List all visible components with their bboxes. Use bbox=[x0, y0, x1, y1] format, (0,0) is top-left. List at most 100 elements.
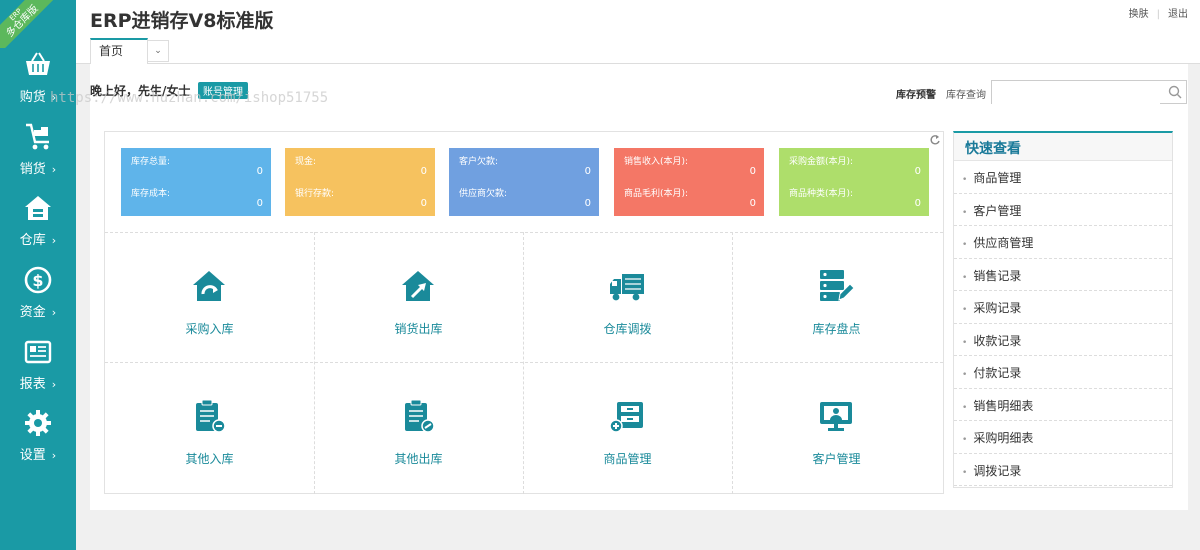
sidebar-item-purchase[interactable]: 购货 › bbox=[0, 50, 76, 116]
stock-search-input[interactable] bbox=[992, 82, 1160, 104]
sidebar-item-funds[interactable]: $ 资金 › bbox=[0, 265, 76, 331]
quick-item-label: 采购记录 bbox=[973, 301, 1022, 315]
stat-value: 0 bbox=[256, 198, 263, 209]
gear-icon bbox=[25, 410, 51, 436]
bullet-icon: • bbox=[962, 175, 968, 185]
tile-inventory-check[interactable]: 库存盘点 bbox=[732, 232, 941, 362]
chevron-right-icon: › bbox=[51, 91, 57, 104]
tile-warehouse-transfer[interactable]: 仓库调拨 bbox=[523, 232, 732, 362]
svg-text:$: $ bbox=[32, 271, 43, 290]
quick-item-sales-records[interactable]: • 销售记录 bbox=[954, 259, 1172, 291]
stat-card-inventory: 库存总量: 0 库存成本: 0 bbox=[121, 148, 271, 216]
chevron-right-icon: › bbox=[51, 449, 57, 462]
bullet-icon: • bbox=[962, 402, 968, 413]
stat-label: 客户欠款: bbox=[459, 157, 499, 167]
app-title: ERP进销存V8标准版 bbox=[90, 10, 274, 32]
sidebar-item-warehouse[interactable]: 仓库 › bbox=[0, 193, 76, 259]
quick-item-purchase-detail[interactable]: • 采购明细表 bbox=[954, 421, 1172, 454]
customer-icon bbox=[820, 402, 852, 431]
sidebar-item-sales[interactable]: 销货 › bbox=[0, 122, 76, 188]
chevron-right-icon: › bbox=[51, 306, 57, 319]
stat-label: 商品种类(本月): bbox=[789, 189, 854, 199]
tile-goods-management[interactable]: 商品管理 bbox=[523, 362, 732, 492]
chevron-right-icon: › bbox=[51, 234, 57, 247]
bullet-icon: • bbox=[962, 305, 968, 315]
tab-home[interactable]: 首页 bbox=[90, 38, 148, 64]
stat-card-sales: 销售收入(本月): 0 商品毛利(本月): 0 bbox=[614, 148, 764, 216]
quick-view-panel: 快速查看 • 商品管理 • 客户管理 • 供应商管理 • 销售记录 • 采购记录 • 收款记… bbox=[953, 131, 1173, 488]
account-manage-button[interactable]: 账号管理 bbox=[198, 82, 248, 99]
sidebar-item-label: 购货 bbox=[19, 90, 46, 105]
sidebar-item-label: 报表 bbox=[19, 377, 46, 392]
tile-label: 客户管理 bbox=[812, 452, 861, 466]
tile-sales-out[interactable]: 销货出库 bbox=[314, 232, 523, 362]
warehouse-icon bbox=[25, 196, 51, 220]
stat-value: 0 bbox=[256, 166, 263, 177]
content-area: 晚上好，先生/女士 账号管理 库存预警 库存查询 库存总量: 0 库存成本: 0 现… bbox=[90, 64, 1188, 510]
tile-label: 采购入库 bbox=[185, 322, 234, 336]
quick-item-purchase-records[interactable]: • 采购记录 bbox=[954, 291, 1172, 324]
tile-customer-management[interactable]: 客户管理 bbox=[732, 362, 941, 492]
quick-item-goods[interactable]: • 商品管理 bbox=[954, 161, 1172, 194]
report-icon bbox=[24, 340, 52, 364]
quick-item-transfer-records[interactable]: • 调拨记录 bbox=[954, 454, 1172, 486]
inventory-check-icon bbox=[820, 270, 854, 301]
bullet-icon: • bbox=[962, 272, 968, 283]
refresh-icon[interactable] bbox=[929, 134, 941, 146]
purchase-in-icon bbox=[193, 271, 225, 301]
quick-item-label: 商品管理 bbox=[973, 171, 1022, 185]
stock-warning-link[interactable]: 库存预警 bbox=[896, 86, 936, 101]
cart-icon bbox=[26, 123, 49, 150]
switch-skin-link[interactable]: 换肤 bbox=[1129, 9, 1149, 20]
bullet-icon: • bbox=[962, 207, 968, 218]
edition-ribbon-band: ERP 多仓库版 bbox=[0, 0, 57, 48]
quick-item-suppliers[interactable]: • 供应商管理 bbox=[954, 226, 1172, 259]
quick-view-title: 快速查看 bbox=[954, 133, 1172, 161]
stat-value: 0 bbox=[749, 198, 756, 209]
chevron-down-icon: ⌄ bbox=[154, 46, 162, 56]
stat-label: 采购金额(本月): bbox=[789, 157, 854, 167]
sidebar-item-settings[interactable]: 设置 › bbox=[0, 408, 76, 474]
stat-label: 供应商欠款: bbox=[459, 189, 508, 199]
search-icon[interactable] bbox=[1168, 85, 1182, 99]
sidebar-item-reports[interactable]: 报表 › bbox=[0, 337, 76, 403]
quick-item-label: 销售记录 bbox=[973, 268, 1022, 283]
tile-other-in[interactable]: 其他入库 bbox=[105, 362, 314, 492]
logout-link[interactable]: 退出 bbox=[1168, 9, 1188, 20]
other-out-icon bbox=[405, 399, 435, 433]
tile-label: 销货出库 bbox=[394, 322, 443, 336]
stat-card-cash: 现金: 0 银行存款: 0 bbox=[285, 148, 435, 216]
stock-search-box bbox=[991, 80, 1187, 104]
tile-other-out[interactable]: 其他出库 bbox=[314, 362, 523, 492]
sidebar-item-label: 仓库 bbox=[19, 233, 46, 248]
sidebar-item-label: 销货 bbox=[19, 162, 46, 177]
stat-label: 银行存款: bbox=[295, 189, 335, 199]
quick-item-label: 采购明细表 bbox=[973, 431, 1034, 445]
stat-value: 0 bbox=[584, 166, 591, 177]
greeting: 晚上好，先生/女士 bbox=[90, 84, 191, 98]
stat-value: 0 bbox=[749, 166, 756, 177]
quick-item-customers[interactable]: • 客户管理 bbox=[954, 194, 1172, 226]
bullet-icon: • bbox=[962, 370, 968, 380]
dollar-icon: $ bbox=[24, 266, 52, 294]
stat-value: 0 bbox=[914, 166, 921, 177]
truck-icon bbox=[610, 274, 644, 301]
other-in-icon bbox=[196, 399, 226, 433]
stat-value: 0 bbox=[584, 198, 591, 209]
quick-item-payment-records[interactable]: • 付款记录 bbox=[954, 356, 1172, 389]
edition-ribbon: ERP 多仓库版 bbox=[0, 0, 60, 48]
stat-label: 现金: bbox=[295, 157, 317, 167]
stat-value: 0 bbox=[420, 198, 427, 209]
stat-value: 0 bbox=[420, 166, 427, 177]
header: ERP进销存V8标准版 换肤 | 退出 首页 ⌄ bbox=[76, 0, 1200, 64]
bullet-icon: • bbox=[962, 337, 968, 348]
tile-purchase-in[interactable]: 采购入库 bbox=[105, 232, 314, 362]
quick-item-receipt-records[interactable]: • 收款记录 bbox=[954, 324, 1172, 356]
chevron-right-icon: › bbox=[51, 378, 57, 391]
goods-icon bbox=[609, 402, 643, 433]
bullet-icon: • bbox=[962, 435, 968, 445]
tab-dropdown-button[interactable]: ⌄ bbox=[147, 40, 169, 62]
bullet-icon: • bbox=[962, 240, 968, 250]
sidebar: ERP 多仓库版 购货 › 销货 › 仓库 › $ 资金 › 报表 › 设置 › bbox=[0, 0, 76, 550]
quick-item-sales-detail[interactable]: • 销售明细表 bbox=[954, 389, 1172, 421]
